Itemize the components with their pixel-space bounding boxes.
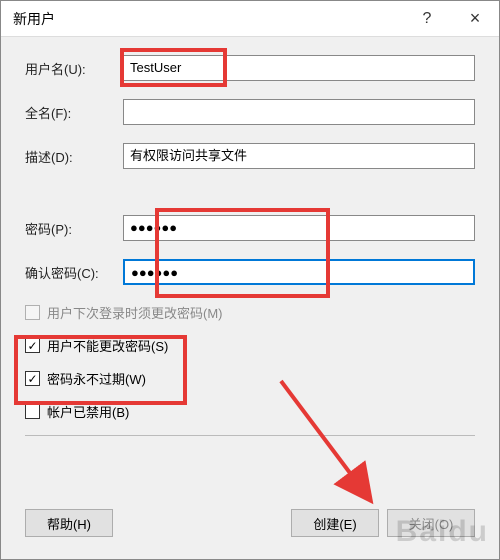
username-input[interactable]: TestUser xyxy=(123,55,475,81)
label-fullname: 全名(F): xyxy=(25,103,123,122)
password-input[interactable]: ●●●●●● xyxy=(123,215,475,241)
check-never-expire[interactable]: ✓ 密码永不过期(W) xyxy=(25,369,475,388)
close-button[interactable]: 关闭(O) xyxy=(387,509,475,537)
checkbox-icon xyxy=(25,404,40,419)
titlebar: 新用户 ? × xyxy=(1,1,499,37)
help-icon[interactable]: ? xyxy=(403,1,451,36)
dialog-title: 新用户 xyxy=(13,9,403,29)
check-disabled-label: 帐户已禁用(B) xyxy=(47,402,129,421)
checkbox-icon: ✓ xyxy=(25,371,40,386)
row-description: 描述(D): 有权限访问共享文件 xyxy=(25,143,475,169)
checkbox-group: 用户下次登录时须更改密码(M) ✓ 用户不能更改密码(S) ✓ 密码永不过期(W… xyxy=(25,303,475,421)
check-cant-change[interactable]: ✓ 用户不能更改密码(S) xyxy=(25,336,475,355)
check-disabled[interactable]: 帐户已禁用(B) xyxy=(25,402,475,421)
titlebar-buttons: ? × xyxy=(403,1,499,36)
fullname-input[interactable] xyxy=(123,99,475,125)
row-fullname: 全名(F): xyxy=(25,99,475,125)
row-confirm: 确认密码(C): ●●●●●● xyxy=(25,259,475,285)
create-button[interactable]: 创建(E) xyxy=(291,509,379,537)
row-username: 用户名(U): TestUser xyxy=(25,55,475,81)
label-password: 密码(P): xyxy=(25,219,123,238)
help-button[interactable]: 帮助(H) xyxy=(25,509,113,537)
description-input[interactable]: 有权限访问共享文件 xyxy=(123,143,475,169)
check-never-expire-label: 密码永不过期(W) xyxy=(47,369,146,388)
dialog-content: 用户名(U): TestUser 全名(F): 描述(D): 有权限访问共享文件… xyxy=(1,37,499,436)
divider xyxy=(25,435,475,436)
checkbox-icon xyxy=(25,305,40,320)
confirm-password-input[interactable]: ●●●●●● xyxy=(123,259,475,285)
new-user-dialog: 新用户 ? × 用户名(U): TestUser 全名(F): 描述(D): 有… xyxy=(0,0,500,560)
label-username: 用户名(U): xyxy=(25,59,123,78)
check-must-change: 用户下次登录时须更改密码(M) xyxy=(25,303,475,322)
button-row: 帮助(H) 创建(E) 关闭(O) xyxy=(25,509,475,537)
check-cant-change-label: 用户不能更改密码(S) xyxy=(47,336,168,355)
close-icon[interactable]: × xyxy=(451,1,499,36)
row-password: 密码(P): ●●●●●● xyxy=(25,215,475,241)
check-must-change-label: 用户下次登录时须更改密码(M) xyxy=(47,303,223,322)
checkbox-icon: ✓ xyxy=(25,338,40,353)
label-confirm: 确认密码(C): xyxy=(25,263,123,282)
label-description: 描述(D): xyxy=(25,147,123,166)
